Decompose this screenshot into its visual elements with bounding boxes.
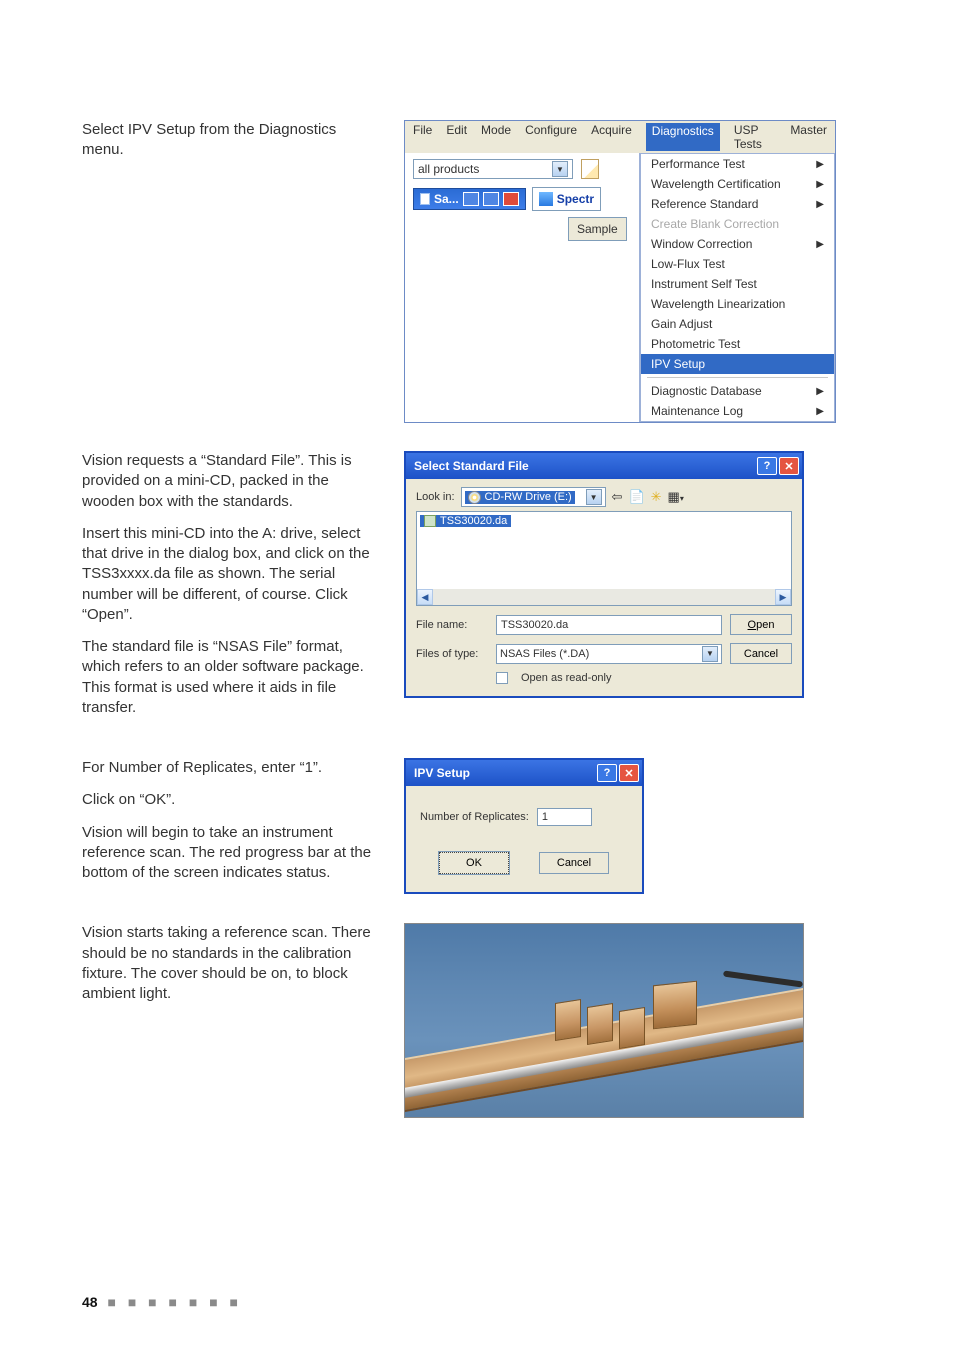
close-icon[interactable]: ✕ (619, 764, 639, 782)
close-icon[interactable] (503, 192, 519, 206)
dropdown-arrow-icon[interactable]: ▼ (702, 646, 718, 662)
menu-edit[interactable]: Edit (446, 123, 467, 151)
readonly-label: Open as read-only (521, 672, 612, 684)
app-window-screenshot: File Edit Mode Configure Acquire Diagnos… (404, 120, 836, 423)
dropdown-item-ipv-setup[interactable]: IPV Setup (641, 354, 834, 374)
filetype-value: NSAS Files (*.DA) (500, 648, 589, 660)
dropdown-arrow-icon[interactable]: ▼ (552, 161, 568, 177)
dialog-titlebar: Select Standard File ? ✕ (406, 453, 802, 479)
dropdown-item-photometric-test[interactable]: Photometric Test (641, 334, 834, 354)
instruction-text: For Number of Replicates, enter “1”. (82, 758, 382, 778)
products-combo-value: all products (418, 162, 479, 176)
dropdown-item-wavelength-linearization[interactable]: Wavelength Linearization (641, 294, 834, 314)
instruction-text: Click on “OK”. (82, 790, 382, 810)
ok-button[interactable]: OK (439, 852, 509, 874)
sample-button[interactable]: Sample (568, 217, 627, 241)
cancel-button[interactable]: Cancel (730, 643, 792, 664)
dropdown-item-create-blank-correction: Create Blank Correction (641, 214, 834, 234)
file-item[interactable]: TSS30020.da (420, 515, 511, 527)
menu-file[interactable]: File (413, 123, 432, 151)
page-number: 48 (82, 1294, 98, 1310)
instruction-text: The standard file is “NSAS File” format,… (82, 637, 382, 718)
open-button[interactable]: Open (730, 614, 792, 635)
submenu-arrow-icon: ▶ (816, 159, 824, 170)
cancel-button[interactable]: Cancel (539, 852, 609, 874)
spectr-panel[interactable]: Spectr (532, 187, 601, 211)
dropdown-item-reference-standard[interactable]: Reference Standard▶ (641, 194, 834, 214)
horizontal-scrollbar[interactable]: ◀ ▶ (417, 589, 791, 605)
page-footer: 48 ■ ■ ■ ■ ■ ■ ■ (82, 1294, 242, 1310)
back-icon[interactable]: ⇦ (612, 489, 623, 505)
menu-diagnostics[interactable]: Diagnostics (646, 123, 720, 151)
replicates-input[interactable]: 1 (537, 808, 592, 826)
dropdown-item-wavelength-certification[interactable]: Wavelength Certification▶ (641, 174, 834, 194)
submenu-arrow-icon: ▶ (816, 239, 824, 250)
file-icon (424, 515, 436, 527)
chart-icon (539, 192, 553, 206)
select-standard-file-dialog: Select Standard File ? ✕ Look in: CD-RW … (404, 451, 804, 698)
maximize-icon[interactable] (483, 192, 499, 206)
up-folder-icon[interactable]: 📄 (628, 489, 644, 505)
help-icon[interactable]: ? (597, 764, 617, 782)
menu-configure[interactable]: Configure (525, 123, 577, 151)
cd-drive-icon (468, 491, 481, 504)
menubar: File Edit Mode Configure Acquire Diagnos… (405, 121, 835, 153)
menu-master[interactable]: Master (790, 123, 827, 151)
dropdown-item-diagnostic-database[interactable]: Diagnostic Database▶ (641, 381, 834, 401)
scroll-left-icon[interactable]: ◀ (417, 589, 433, 605)
diagnostics-dropdown: Performance Test▶ Wavelength Certificati… (640, 153, 835, 422)
instruction-text: Vision requests a “Standard File”. This … (82, 451, 382, 512)
submenu-arrow-icon: ▶ (816, 386, 824, 397)
filename-input[interactable]: TSS30020.da (496, 615, 722, 635)
docked-window-sa[interactable]: Sa... (413, 188, 526, 210)
submenu-arrow-icon: ▶ (816, 406, 824, 417)
footer-dots: ■ ■ ■ ■ ■ ■ ■ (107, 1294, 242, 1310)
lookin-combo[interactable]: CD-RW Drive (E:) ▼ (461, 487, 606, 507)
products-combo[interactable]: all products ▼ (413, 159, 573, 179)
menu-acquire[interactable]: Acquire (591, 123, 632, 151)
submenu-arrow-icon: ▶ (816, 179, 824, 190)
dropdown-item-gain-adjust[interactable]: Gain Adjust (641, 314, 834, 334)
scroll-right-icon[interactable]: ▶ (775, 589, 791, 605)
instruction-text: Vision starts taking a reference scan. T… (82, 923, 382, 1004)
readonly-checkbox[interactable] (496, 672, 508, 684)
dropdown-item-performance-test[interactable]: Performance Test▶ (641, 154, 834, 174)
help-icon[interactable]: ? (757, 457, 777, 475)
menu-usp-tests[interactable]: USP Tests (734, 123, 777, 151)
minimize-icon[interactable] (463, 192, 479, 206)
dropdown-item-maintenance-log[interactable]: Maintenance Log▶ (641, 401, 834, 421)
file-list[interactable]: TSS30020.da ◀ ▶ (416, 511, 792, 606)
ipv-setup-dialog: IPV Setup ? ✕ Number of Replicates: 1 OK… (404, 758, 644, 894)
window-icon (420, 193, 430, 205)
instruction-text: Select IPV Setup from the Diagnostics me… (82, 120, 382, 161)
dropdown-item-window-correction[interactable]: Window Correction▶ (641, 234, 834, 254)
filetype-label: Files of type: (416, 648, 488, 660)
replicates-label: Number of Replicates: (420, 811, 529, 823)
lookin-value: CD-RW Drive (E:) (485, 491, 572, 503)
instruction-text: Vision will begin to take an instrument … (82, 823, 382, 884)
dropdown-item-low-flux-test[interactable]: Low-Flux Test (641, 254, 834, 274)
new-document-icon[interactable] (581, 159, 599, 179)
calibration-fixture-photo (404, 923, 804, 1118)
dropdown-arrow-icon[interactable]: ▼ (586, 489, 602, 505)
views-icon[interactable]: ▦▾ (668, 489, 684, 505)
submenu-arrow-icon: ▶ (816, 199, 824, 210)
filename-label: File name: (416, 619, 488, 631)
dialog-titlebar: IPV Setup ? ✕ (406, 760, 642, 786)
docked-window-title: Sa... (434, 192, 459, 206)
filetype-combo[interactable]: NSAS Files (*.DA) ▼ (496, 644, 722, 664)
dialog-title: Select Standard File (414, 459, 529, 473)
lookin-label: Look in: (416, 491, 455, 503)
close-icon[interactable]: ✕ (779, 457, 799, 475)
spectr-label: Spectr (557, 192, 594, 206)
menu-mode[interactable]: Mode (481, 123, 511, 151)
menu-separator (647, 377, 828, 378)
dialog-title: IPV Setup (414, 766, 470, 780)
new-folder-icon[interactable]: ✳ (651, 489, 662, 505)
instruction-text: Insert this mini-CD into the A: drive, s… (82, 524, 382, 625)
dropdown-item-instrument-self-test[interactable]: Instrument Self Test (641, 274, 834, 294)
